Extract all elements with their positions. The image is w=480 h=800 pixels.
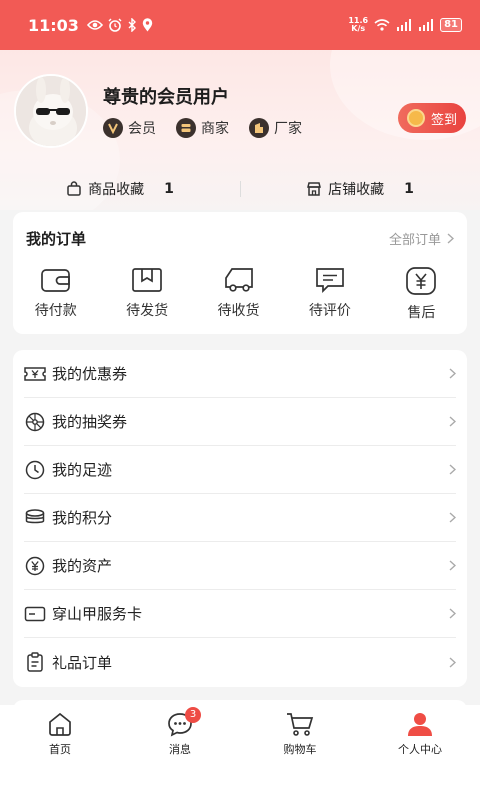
badge-merchant[interactable]: 商家 xyxy=(176,118,229,138)
comment-icon xyxy=(314,266,346,294)
status-bar: 11:03 11.6 K/s 81 xyxy=(0,0,480,50)
divider xyxy=(240,181,241,197)
avatar[interactable] xyxy=(14,74,88,148)
card-icon xyxy=(24,603,46,625)
eye-icon xyxy=(86,19,103,31)
menu-item-assets[interactable]: 我的资产 xyxy=(24,542,456,590)
tab-cart[interactable]: 购物车 xyxy=(240,705,360,800)
badge-factory[interactable]: 厂家 xyxy=(249,118,302,138)
shop-favorites-count: 1 xyxy=(404,181,414,197)
menu-item-points[interactable]: 我的积分 xyxy=(24,494,456,542)
v-icon xyxy=(103,118,123,138)
store-icon xyxy=(176,118,196,138)
tab-messages[interactable]: 3 消息 xyxy=(120,705,240,800)
truck-icon xyxy=(222,266,256,294)
order-after-sales[interactable]: 售后 xyxy=(376,266,467,322)
order-pending-review[interactable]: 待评价 xyxy=(284,266,375,322)
order-pending-receipt[interactable]: 待收货 xyxy=(193,266,284,322)
shop-icon xyxy=(306,181,322,197)
orders-title: 我的订单 xyxy=(26,229,87,248)
bottom-tab-bar: 首页 3 消息 购物车 个人中心 xyxy=(0,705,480,800)
clock-icon xyxy=(24,459,46,481)
signal-icon xyxy=(396,19,412,31)
cart-icon xyxy=(286,711,314,737)
goods-favorites[interactable]: 商品收藏 1 xyxy=(0,179,240,199)
tab-profile[interactable]: 个人中心 xyxy=(360,705,480,800)
badge-member[interactable]: 会员 xyxy=(103,118,156,138)
orders-card: 我的订单 全部订单 待付款 待发货 待收货 待评价 售后 xyxy=(13,212,467,334)
chevron-right-icon xyxy=(449,560,456,571)
chevron-right-icon xyxy=(449,416,456,427)
role-badges: 会员 商家 厂家 xyxy=(103,118,302,138)
yen-circle-icon xyxy=(24,555,46,577)
menu-item-coupons[interactable]: 我的优惠券 xyxy=(24,350,456,398)
bag-icon xyxy=(66,181,82,197)
chevron-right-icon xyxy=(449,464,456,475)
box-icon xyxy=(131,266,163,294)
bluetooth-icon xyxy=(127,18,137,32)
goods-favorites-count: 1 xyxy=(164,181,174,197)
message-count-badge: 3 xyxy=(185,707,201,723)
coupon-icon xyxy=(24,363,46,385)
favorites-bar: 商品收藏 1 店铺收藏 1 xyxy=(0,175,480,203)
location-icon xyxy=(142,18,153,32)
menu-item-lottery[interactable]: 我的抽奖券 xyxy=(24,398,456,446)
coin-icon xyxy=(406,109,425,127)
chevron-right-icon xyxy=(449,512,456,523)
chevron-right-icon xyxy=(449,656,456,668)
order-pending-shipment[interactable]: 待发货 xyxy=(101,266,192,322)
status-icons-right: 11.6 K/s 81 xyxy=(348,17,462,33)
signal-icon-2 xyxy=(418,19,434,31)
clipboard-icon xyxy=(24,651,46,673)
menu-card: 我的优惠券 我的抽奖券 我的足迹 我的积分 我的资产 穿山甲服务卡 礼品订单 xyxy=(13,350,467,687)
home-icon xyxy=(47,711,73,737)
lottery-icon xyxy=(24,411,46,433)
coins-icon xyxy=(24,507,46,529)
username: 尊贵的会员用户 xyxy=(103,87,229,108)
chevron-right-icon xyxy=(449,368,456,379)
status-time: 11:03 xyxy=(28,15,79,35)
wallet-icon xyxy=(40,266,72,294)
alarm-icon xyxy=(108,18,122,32)
menu-item-history[interactable]: 我的足迹 xyxy=(24,446,456,494)
chevron-right-icon xyxy=(449,608,456,619)
menu-item-service-card[interactable]: 穿山甲服务卡 xyxy=(24,590,456,638)
shop-favorites[interactable]: 店铺收藏 1 xyxy=(240,179,480,199)
tab-home[interactable]: 首页 xyxy=(0,705,120,800)
status-icons-left xyxy=(86,18,153,32)
signin-button[interactable]: 签到 xyxy=(398,103,466,133)
order-pending-payment[interactable]: 待付款 xyxy=(10,266,101,322)
net-speed: 11.6 K/s xyxy=(348,16,369,33)
person-icon xyxy=(406,711,434,737)
orders-header: 我的订单 全部订单 xyxy=(13,212,467,250)
factory-icon xyxy=(249,118,269,138)
chevron-right-icon xyxy=(447,232,454,244)
all-orders-link[interactable]: 全部订单 xyxy=(389,229,454,248)
battery-indicator: 81 xyxy=(440,18,462,32)
order-status-row: 待付款 待发货 待收货 待评价 售后 xyxy=(13,250,467,322)
menu-item-gift-orders[interactable]: 礼品订单 xyxy=(24,638,456,686)
wifi-icon xyxy=(374,19,390,31)
yen-icon xyxy=(405,266,437,296)
